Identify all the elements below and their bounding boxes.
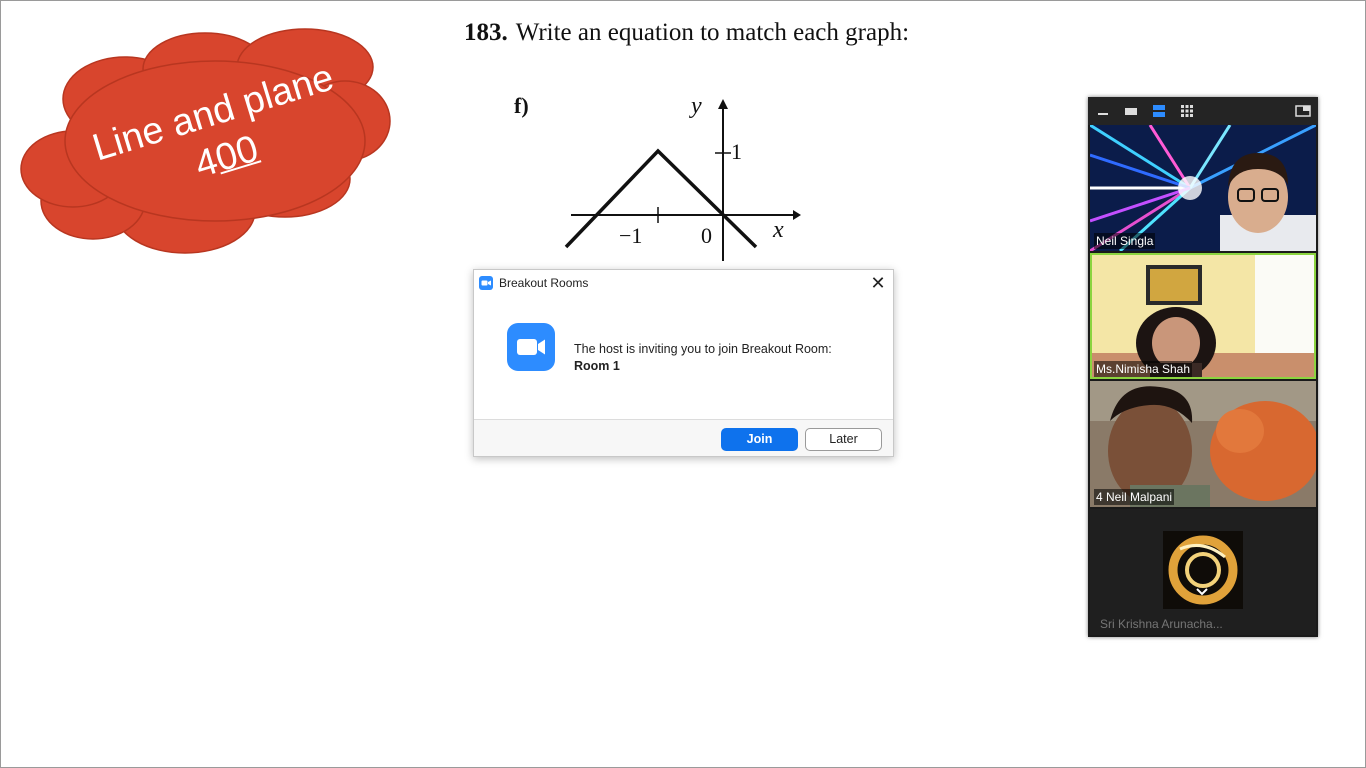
close-icon[interactable]: ✕ — [867, 273, 889, 293]
tick-label-0: 0 — [701, 223, 712, 248]
zoom-camera-icon — [507, 323, 555, 371]
problem-heading: 183. Write an equation to match each grap… — [464, 19, 909, 47]
participant-tile-active-speaker[interactable]: Ms.Nimisha Shah — [1090, 253, 1316, 379]
participant-tile[interactable]: Neil Singla — [1090, 125, 1316, 251]
x-axis-label: x — [773, 217, 784, 243]
topic-cloud: Line and plane 400 — [15, 19, 395, 259]
video-gallery-panel: Neil Singla Ms.Nimisha Shah 4 Neil Malpa… — [1088, 97, 1318, 637]
problem-prompt: Write an equation to match each graph: — [515, 19, 910, 46]
participant-name: 4 Neil Malpani — [1094, 489, 1175, 505]
chevron-down-icon[interactable] — [1193, 585, 1211, 599]
tick-label-1: 1 — [731, 139, 742, 164]
part-label: f) — [514, 93, 529, 118]
room-name: Room 1 — [574, 359, 620, 373]
grid-view-icon[interactable] — [1180, 104, 1194, 118]
participant-tile[interactable]: 4 Neil Malpani — [1090, 381, 1316, 507]
join-button[interactable]: Join — [721, 428, 798, 451]
y-axis-arrow — [718, 99, 728, 109]
dialog-titlebar[interactable]: Breakout Rooms ✕ — [474, 270, 893, 296]
strip-view-icon[interactable] — [1152, 104, 1166, 118]
breakout-rooms-dialog: Breakout Rooms ✕ The host is inviting yo… — [473, 269, 894, 457]
gallery-toolbar — [1088, 97, 1318, 125]
y-axis-label: y — [691, 93, 702, 119]
exit-minimized-icon[interactable] — [1295, 104, 1311, 118]
problem-number: 183. — [464, 19, 508, 46]
later-button[interactable]: Later — [805, 428, 882, 451]
participant-name: Sri Krishna Arunacha... — [1100, 617, 1223, 631]
speaker-view-icon[interactable] — [1124, 104, 1138, 118]
participant-tile[interactable]: Sri Krishna Arunacha... — [1090, 509, 1316, 635]
invite-message: The host is inviting you to join Breakou… — [574, 342, 832, 356]
tick-label-m1: −1 — [619, 223, 643, 248]
graph-line — [564, 148, 758, 249]
dialog-title: Breakout Rooms — [499, 276, 589, 290]
zoom-app-icon — [479, 276, 493, 290]
graph-plot — [564, 99, 801, 261]
participant-name: Ms.Nimisha Shah — [1094, 361, 1193, 377]
x-axis-arrow — [793, 210, 801, 220]
participant-name: Neil Singla — [1094, 233, 1156, 249]
dialog-footer: Join Later — [474, 419, 893, 456]
minimize-icon[interactable] — [1096, 104, 1110, 118]
function-graph: f) y x 1 −1 0 — [511, 91, 801, 266]
